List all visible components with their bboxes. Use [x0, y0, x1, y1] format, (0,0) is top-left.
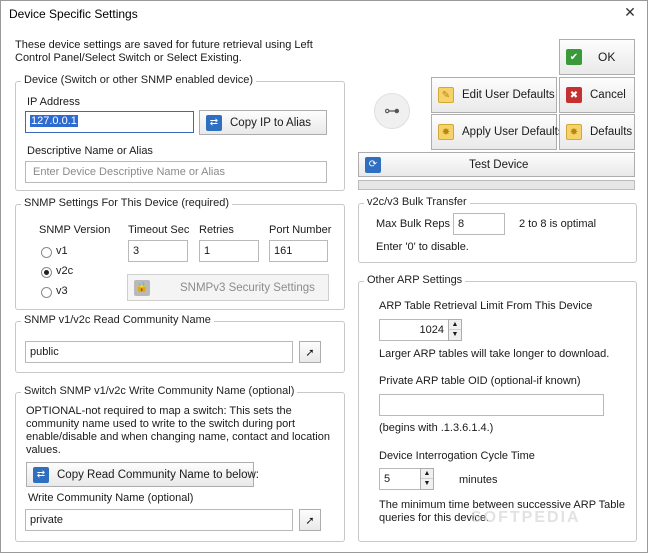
max-bulk-reps-label: Max Bulk Reps [376, 218, 450, 230]
write-community-legend: Switch SNMP v1/v2c Write Community Name … [21, 385, 298, 397]
bulk-transfer-legend: v2c/v3 Bulk Transfer [364, 196, 470, 208]
refresh-icon: ⟳ [365, 156, 381, 173]
ip-address-input[interactable]: 127.0.0.1 [25, 111, 194, 133]
network-tree-icon: ⊶ [374, 93, 410, 129]
read-community-legend: SNMP v1/v2c Read Community Name [21, 314, 214, 326]
defaults-label: Defaults [590, 126, 633, 138]
arp-limit-note: Larger ARP tables will take longer to do… [379, 348, 610, 360]
cycle-time-input[interactable]: 5 [379, 468, 421, 490]
copy-ip-to-alias-label: Copy IP to Alias [230, 116, 311, 129]
read-community-input[interactable]: public [25, 341, 293, 363]
write-community-description: OPTIONAL-not required to map a switch: T… [26, 405, 330, 456]
intro-text: These device settings are saved for futu… [15, 39, 313, 64]
swap-arrows-icon: ⇄ [206, 114, 222, 131]
alias-input[interactable]: Enter Device Descriptive Name or Alias [25, 161, 327, 183]
defaults-button[interactable]: ✸ Defaults [559, 114, 635, 150]
edit-user-defaults-button[interactable]: ✎ Edit User Defaults [431, 77, 557, 113]
radio-v3-label: v3 [56, 285, 68, 297]
radio-v3[interactable] [41, 287, 52, 298]
cycle-time-spinner[interactable]: ▲ ▼ [420, 468, 434, 490]
arp-limit-spinner[interactable]: ▲ ▼ [448, 319, 462, 341]
bulk-hint: 2 to 8 is optimal [519, 218, 597, 230]
device-settings-dialog: Device Specific Settings ✕ These device … [0, 0, 648, 553]
arp-settings-legend: Other ARP Settings [364, 274, 466, 286]
cursor-arrow-icon: ➚ [305, 346, 315, 359]
write-community-input[interactable]: private [25, 509, 293, 531]
radio-v2c[interactable] [41, 267, 52, 278]
cycle-time-label: Device Interrogation Cycle Time [379, 450, 535, 462]
star-sparkle-icon: ✸ [438, 124, 454, 140]
port-input[interactable]: 161 [269, 240, 328, 262]
cancel-label: Cancel [590, 89, 626, 101]
snmpv3-security-settings-label: SNMPv3 Security Settings [180, 281, 315, 294]
ok-button[interactable]: ✔ OK [559, 39, 635, 75]
device-group-legend: Device (Switch or other SNMP enabled dev… [21, 74, 257, 86]
cursor-arrow-icon: ➚ [305, 514, 315, 527]
copy-ip-to-alias-button[interactable]: ⇄ Copy IP to Alias [199, 110, 327, 135]
ok-label: OK [598, 50, 616, 64]
x-icon: ✖ [566, 87, 582, 103]
lock-icon: 🔒 [134, 279, 150, 296]
cancel-button[interactable]: ✖ Cancel [559, 77, 635, 113]
swap-arrows-icon: ⇄ [33, 466, 49, 483]
star-sparkle-icon: ✸ [566, 124, 582, 140]
arp-limit-input[interactable]: 1024 [379, 319, 449, 341]
spin-down-arrow-icon[interactable]: ▼ [421, 479, 433, 489]
test-device-button[interactable]: ⟳ Test Device [358, 152, 635, 177]
port-label: Port Number [269, 224, 332, 236]
edit-user-defaults-label: Edit User Defaults [462, 89, 555, 101]
cycle-time-unit: minutes [459, 474, 498, 486]
spin-up-arrow-icon[interactable]: ▲ [449, 320, 461, 330]
checkmark-icon: ✔ [566, 49, 582, 65]
arp-oid-note: (begins with .1.3.6.1.4.) [379, 422, 494, 434]
max-bulk-reps-input[interactable]: 8 [453, 213, 505, 235]
radio-v1[interactable] [41, 247, 52, 258]
snmp-settings-legend: SNMP Settings For This Device (required) [21, 197, 232, 209]
test-device-label: Test Device [469, 158, 529, 171]
read-community-picker-button[interactable]: ➚ [299, 341, 321, 363]
snmp-version-label: SNMP Version [39, 224, 111, 236]
test-progress-bar [358, 180, 635, 190]
copy-read-community-button[interactable]: ⇄ Copy Read Community Name to below: [26, 462, 259, 487]
alias-label: Descriptive Name or Alias [27, 145, 153, 157]
copy-read-community-label: Copy Read Community Name to below: [57, 468, 259, 481]
snmpv3-security-settings-button[interactable]: 🔒 SNMPv3 Security Settings [127, 274, 329, 301]
apply-user-defaults-label: Apply User Defaults [462, 126, 564, 138]
timeout-label: Timeout Sec [128, 224, 190, 236]
softpedia-watermark: SOFTPEDIA [471, 509, 581, 526]
retries-input[interactable]: 1 [199, 240, 259, 262]
retries-label: Retries [199, 224, 234, 236]
arp-limit-label: ARP Table Retrieval Limit From This Devi… [379, 300, 593, 312]
arp-oid-input[interactable] [379, 394, 604, 416]
write-community-label: Write Community Name (optional) [28, 492, 194, 504]
arp-oid-label: Private ARP table OID (optional-if known… [379, 375, 581, 387]
spin-up-arrow-icon[interactable]: ▲ [421, 469, 433, 479]
spin-down-arrow-icon[interactable]: ▼ [449, 330, 461, 340]
bulk-disable-hint: Enter '0' to disable. [376, 241, 469, 253]
edit-pencil-icon: ✎ [438, 87, 454, 103]
write-community-picker-button[interactable]: ➚ [299, 509, 321, 531]
timeout-input[interactable]: 3 [128, 240, 188, 262]
apply-user-defaults-button[interactable]: ✸ Apply User Defaults [431, 114, 564, 150]
close-button[interactable]: ✕ [621, 4, 639, 20]
radio-v2c-label: v2c [56, 265, 74, 277]
ip-address-value: 127.0.0.1 [30, 115, 78, 127]
radio-v1-label: v1 [56, 245, 68, 257]
ip-address-label: IP Address [27, 96, 80, 108]
window-title: Device Specific Settings [9, 7, 138, 21]
